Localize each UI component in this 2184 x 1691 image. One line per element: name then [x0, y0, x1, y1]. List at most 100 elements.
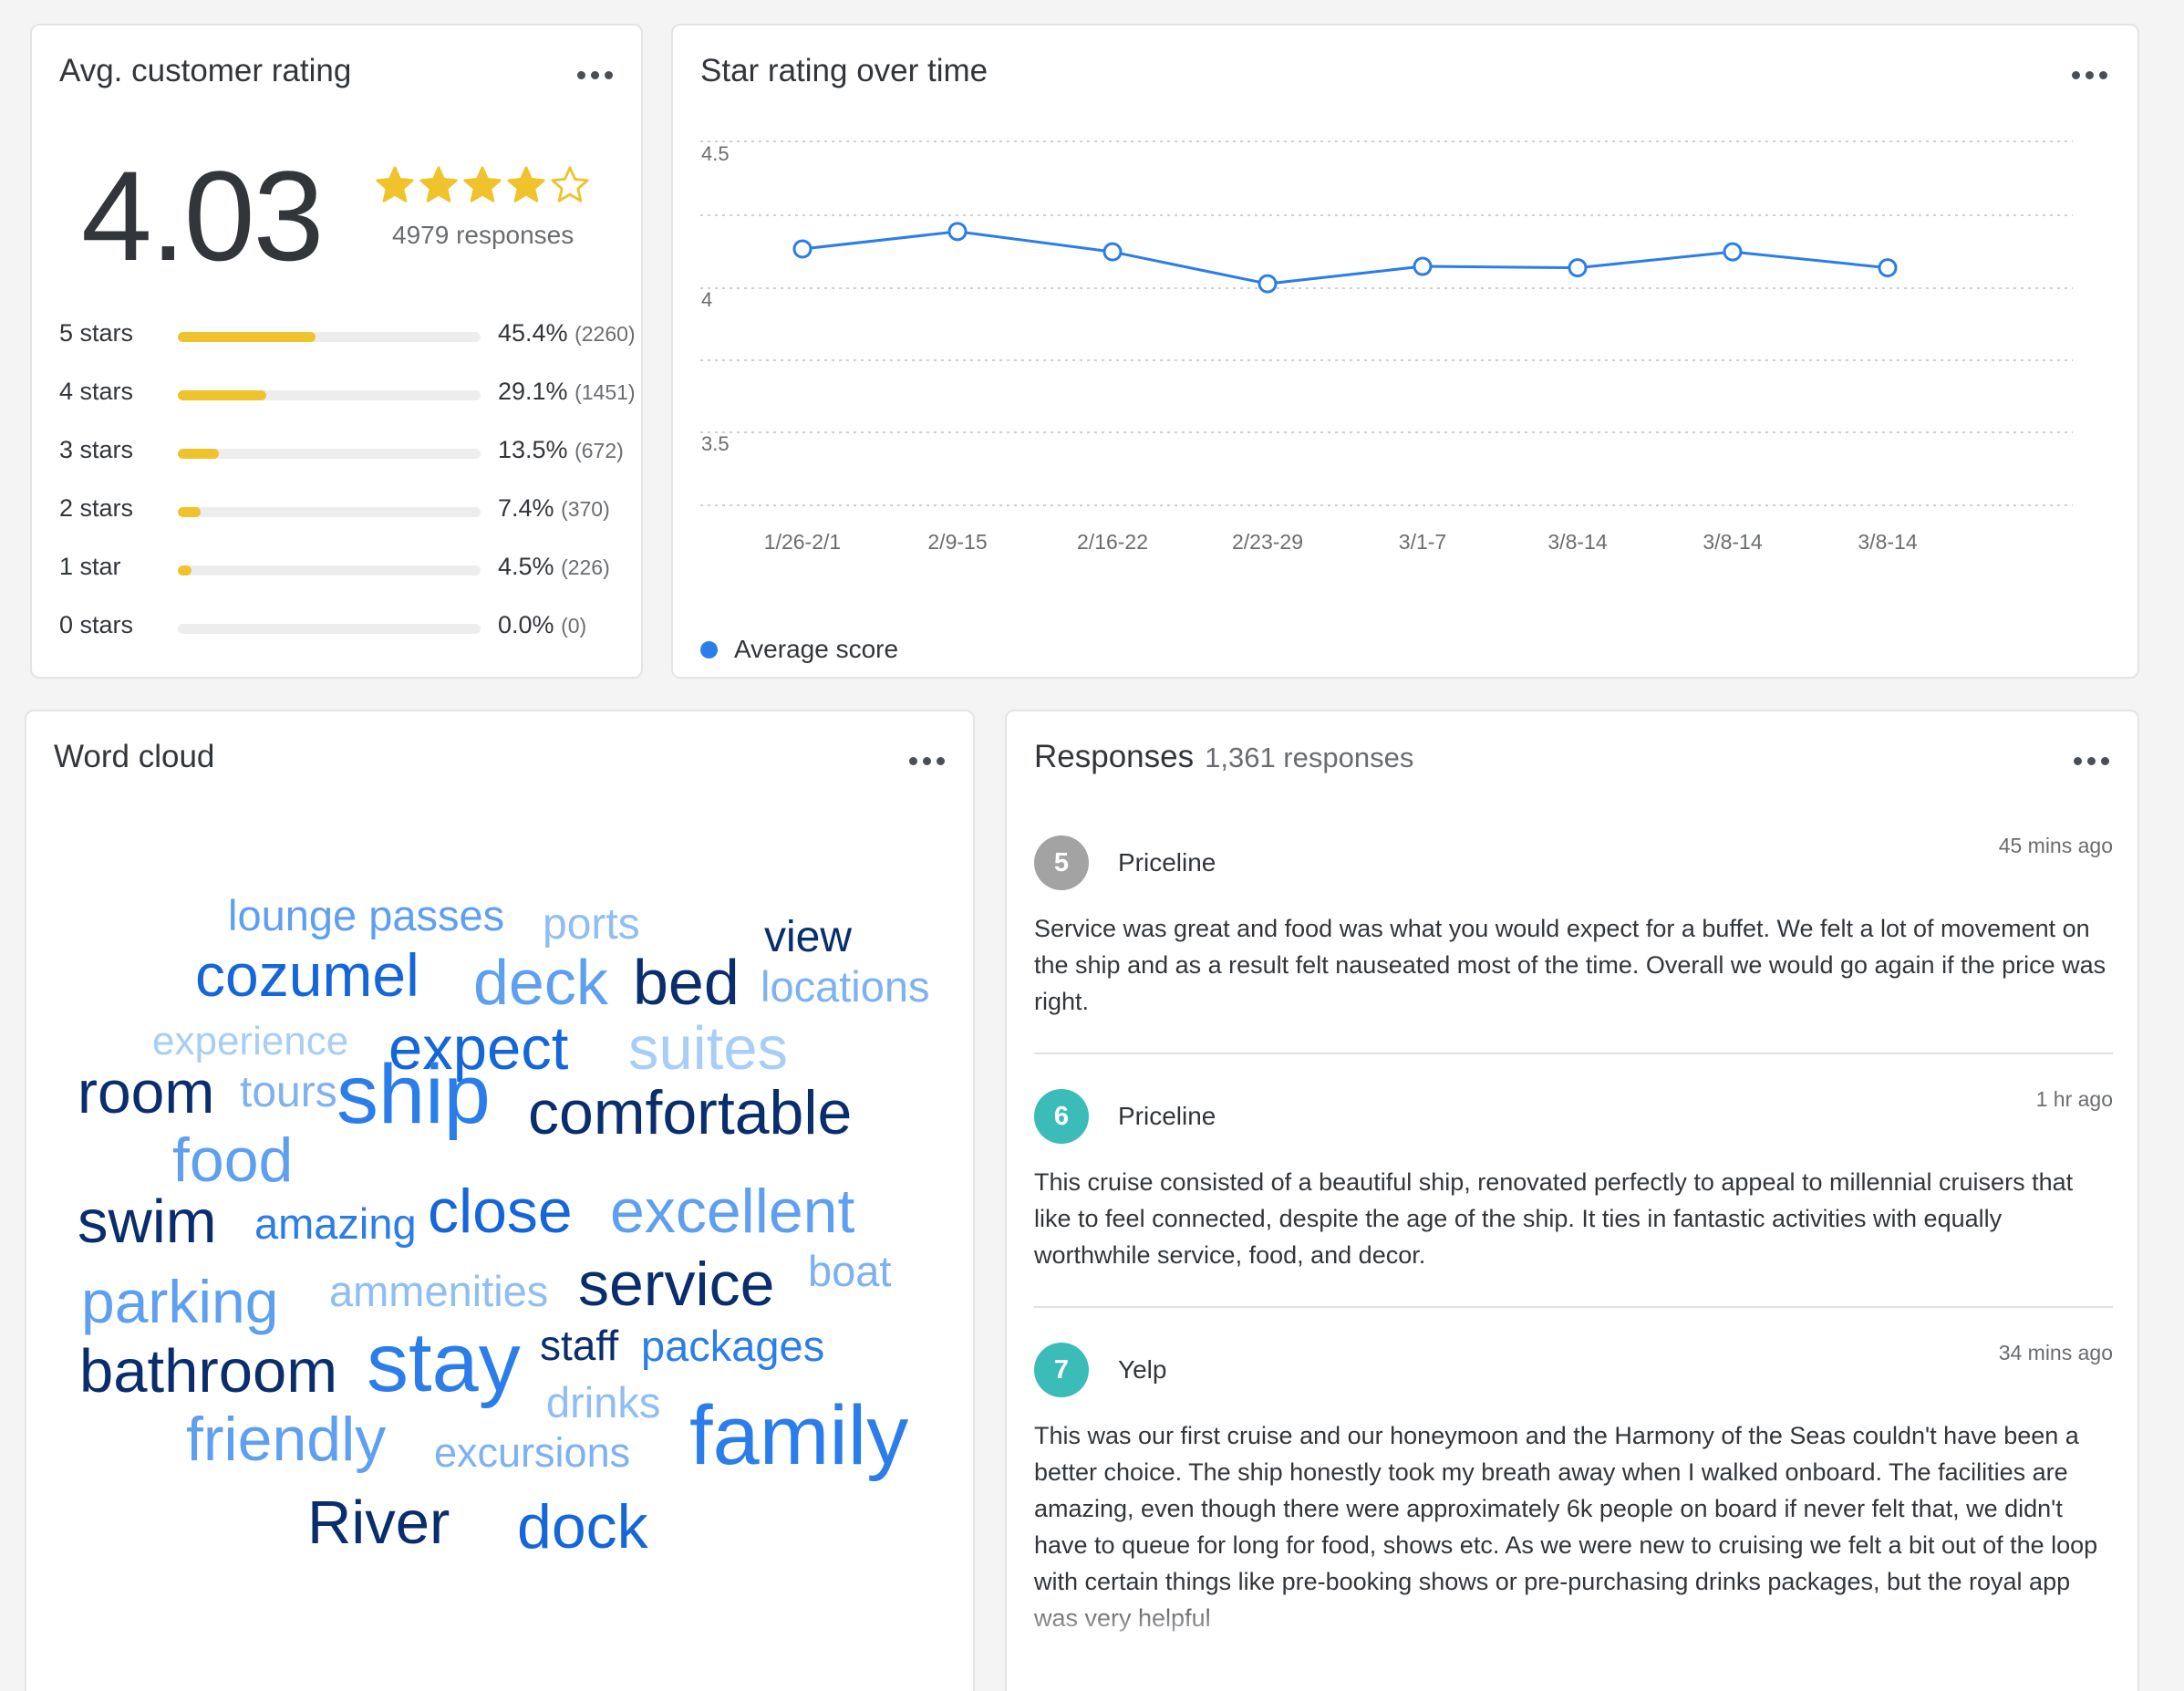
distribution-bar-track — [178, 449, 481, 459]
star-filled-icon — [507, 166, 545, 202]
word-cloud-word[interactable]: room — [78, 1062, 214, 1122]
word-cloud-word[interactable]: ports — [543, 903, 640, 947]
word-cloud-word[interactable]: packages — [641, 1324, 824, 1367]
distribution-bar-fill — [178, 390, 266, 400]
data-point[interactable] — [1568, 258, 1588, 278]
distribution-label: 4 stars — [59, 378, 134, 405]
distribution-row: 3 stars 13.5% (672) — [59, 436, 643, 472]
x-tick-label: 3/8-14 — [1547, 530, 1607, 554]
response-text: Service was great and food was what you … — [1034, 915, 2106, 1015]
distribution-bar-track — [178, 332, 481, 342]
response-divider — [1034, 1053, 2113, 1054]
word-cloud-word[interactable]: comfortable — [528, 1082, 852, 1144]
data-point[interactable] — [1258, 274, 1278, 294]
word-cloud-word[interactable]: deck — [473, 950, 608, 1014]
word-cloud-word[interactable]: bed — [633, 950, 740, 1014]
word-cloud-word[interactable]: parking — [81, 1271, 278, 1332]
responses-count: 1,361 responses — [1205, 742, 1414, 773]
response-source: Priceline — [1118, 848, 1216, 877]
distribution-percent: 45.4% (2260) — [498, 319, 636, 347]
word-cloud-word[interactable]: drinks — [546, 1381, 660, 1424]
rating-response-count: 4979 responses — [392, 221, 574, 249]
more-options-icon[interactable] — [906, 750, 949, 772]
word-cloud-word[interactable]: swim — [78, 1191, 217, 1252]
star-empty-icon — [551, 166, 589, 202]
legend-label: Average score — [734, 635, 899, 663]
response-score-badge: 6 — [1034, 1089, 1089, 1144]
word-cloud-word[interactable]: excellent — [610, 1180, 854, 1242]
word-cloud-word[interactable]: cozumel — [195, 945, 419, 1005]
average-score-value: 4.03 — [81, 144, 324, 287]
word-cloud-word[interactable]: dock — [517, 1496, 648, 1558]
word-cloud-word[interactable]: suites — [628, 1018, 788, 1079]
data-point[interactable] — [947, 222, 968, 242]
distribution-label: 5 stars — [59, 319, 134, 347]
word-cloud-word[interactable]: River — [307, 1492, 450, 1553]
word-cloud-word[interactable]: food — [172, 1129, 293, 1191]
word-cloud-word[interactable]: amazing — [254, 1202, 417, 1245]
word-cloud-word[interactable]: lounge passes — [228, 894, 504, 937]
data-point[interactable] — [792, 239, 813, 259]
star-filled-icon — [463, 166, 502, 202]
word-cloud-word[interactable]: ammenities — [329, 1270, 548, 1312]
more-options-icon[interactable] — [2070, 750, 2114, 772]
word-cloud-word[interactable]: bathroom — [79, 1341, 337, 1402]
word-cloud-word[interactable]: locations — [761, 965, 930, 1008]
response-timestamp: 1 hr ago — [2035, 1087, 2113, 1111]
response-item[interactable]: 6 Priceline 1 hr ago This cruise consist… — [1034, 1087, 2113, 1326]
distribution-label: 1 star — [59, 553, 121, 580]
distribution-bar-fill — [178, 449, 219, 459]
star-rating-display — [374, 164, 591, 206]
data-point[interactable] — [1102, 242, 1123, 262]
avg-rating-title: Avg. customer rating — [59, 53, 352, 88]
distribution-label: 0 stars — [59, 611, 134, 638]
x-tick-label: 2/9-15 — [927, 530, 987, 554]
word-cloud-word[interactable]: view — [764, 916, 852, 960]
distribution-label: 2 stars — [59, 494, 134, 522]
distribution-row: 2 stars 7.4% (370) — [59, 494, 643, 531]
distribution-bar-fill — [178, 565, 191, 576]
response-text: This was our first cruise and our honeym… — [1034, 1422, 2098, 1632]
word-cloud-word[interactable]: family — [689, 1394, 908, 1478]
word-cloud-word[interactable]: close — [428, 1180, 573, 1242]
responses-title: Responses 1,361 responses — [1034, 739, 1414, 774]
response-text: This cruise consisted of a beautiful shi… — [1034, 1168, 2074, 1269]
x-tick-label: 3/8-14 — [1858, 530, 1917, 554]
star-rating-over-time-card: Star rating over time 4.5 4 3.5 1/26-2/1 2/9… — [671, 24, 2139, 679]
word-cloud-word[interactable]: experience — [152, 1022, 348, 1062]
word-cloud-word[interactable]: stay — [367, 1321, 521, 1405]
data-point[interactable] — [1413, 256, 1433, 276]
distribution-percent: 29.1% (1451) — [498, 378, 636, 405]
word-cloud-card: Word cloud lounge passes ports view cozu… — [25, 710, 975, 1691]
distribution-percent: 0.0% (0) — [498, 611, 587, 638]
responses-card: Responses 1,361 responses 5 Priceline 45 … — [1005, 710, 2139, 1691]
word-cloud-word[interactable]: excursions — [434, 1432, 630, 1473]
word-cloud-title: Word cloud — [54, 739, 215, 774]
data-point[interactable] — [1878, 258, 1898, 278]
more-options-icon[interactable] — [574, 64, 617, 86]
word-cloud-word[interactable]: friendly — [186, 1408, 386, 1470]
y-tick-label: 4 — [701, 288, 712, 311]
data-point[interactable] — [1723, 242, 1743, 262]
word-cloud-word[interactable]: boat — [808, 1250, 891, 1292]
legend-swatch — [700, 640, 718, 659]
word-cloud-word[interactable]: tours — [240, 1071, 337, 1115]
distribution-percent: 7.4% (370) — [498, 494, 610, 522]
x-tick-label: 1/26-2/1 — [764, 530, 841, 554]
response-score-badge: 7 — [1034, 1343, 1089, 1397]
y-tick-label: 4.5 — [701, 142, 730, 165]
word-cloud-word[interactable]: service — [578, 1253, 774, 1315]
avg-rating-card: Avg. customer rating 4.03 4979 responses… — [30, 24, 643, 679]
chart-legend[interactable]: Average score — [700, 635, 898, 664]
word-cloud-word[interactable]: staff — [540, 1324, 618, 1366]
response-source: Yelp — [1118, 1355, 1167, 1384]
x-tick-label: 3/1-7 — [1399, 530, 1446, 554]
response-score-badge: 5 — [1034, 835, 1089, 890]
series-line-average-score — [802, 230, 1889, 285]
response-item[interactable]: 5 Priceline 45 mins ago Service was grea… — [1034, 834, 2113, 1073]
response-divider — [1034, 1306, 2113, 1308]
star-filled-icon — [419, 166, 458, 202]
word-cloud-word[interactable]: ship — [336, 1053, 491, 1136]
response-item[interactable]: 7 Yelp 34 mins ago This was our first cr… — [1034, 1341, 2113, 1689]
distribution-percent: 4.5% (226) — [498, 553, 610, 580]
